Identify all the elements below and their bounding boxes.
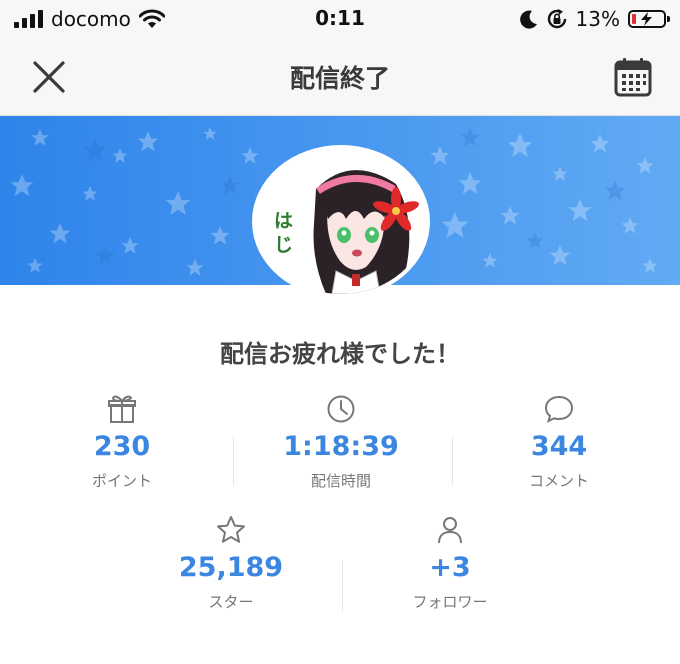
points-value: 230 bbox=[93, 431, 151, 462]
finish-message: 配信お疲れ様でした！ bbox=[220, 340, 460, 368]
calendar-icon bbox=[614, 58, 652, 97]
stat-followers: +3 フォロワー bbox=[365, 513, 535, 612]
calendar-button[interactable] bbox=[610, 54, 656, 100]
comment-icon bbox=[544, 395, 574, 423]
stat-duration: 1:18:39 配信時間 bbox=[256, 392, 426, 491]
avatar-text: はじ bbox=[274, 210, 294, 256]
page-title: 配信終了 bbox=[289, 64, 390, 93]
battery-icon bbox=[628, 10, 670, 28]
close-button[interactable] bbox=[26, 54, 72, 100]
close-icon bbox=[33, 61, 65, 93]
stat-stars: 25,189 スター bbox=[146, 513, 316, 612]
stat-points: 230 ポイント bbox=[37, 392, 207, 491]
stars-label: スター bbox=[208, 593, 254, 611]
duration-label: 配信時間 bbox=[310, 472, 371, 490]
followers-value: +3 bbox=[429, 552, 471, 583]
comments-value: 344 bbox=[530, 431, 588, 462]
stats-divider bbox=[233, 437, 234, 485]
battery-level bbox=[632, 14, 636, 24]
status-bar: docomo 0:11 13% bbox=[0, 0, 680, 38]
charging-bolt-icon bbox=[641, 12, 652, 26]
stars-value: 25,189 bbox=[178, 552, 284, 583]
battery-percent: 13% bbox=[575, 7, 620, 31]
gift-icon bbox=[108, 395, 136, 423]
stats-divider bbox=[452, 437, 453, 485]
stat-comments: 344 コメント bbox=[474, 392, 644, 491]
person-icon bbox=[438, 517, 462, 544]
clock-icon bbox=[327, 395, 355, 423]
stats-divider bbox=[342, 560, 343, 612]
comments-label: コメント bbox=[528, 472, 589, 490]
moon-icon bbox=[519, 10, 537, 29]
nav-bar: 配信終了 bbox=[0, 38, 680, 116]
streamer-avatar[interactable]: はじ bbox=[256, 149, 426, 294]
star-icon bbox=[217, 516, 245, 543]
followers-label: フォロワー bbox=[412, 593, 488, 611]
status-right: 13% bbox=[519, 6, 670, 32]
duration-value: 1:18:39 bbox=[283, 431, 399, 462]
points-label: ポイント bbox=[91, 472, 152, 490]
rotation-lock-icon bbox=[547, 9, 566, 29]
